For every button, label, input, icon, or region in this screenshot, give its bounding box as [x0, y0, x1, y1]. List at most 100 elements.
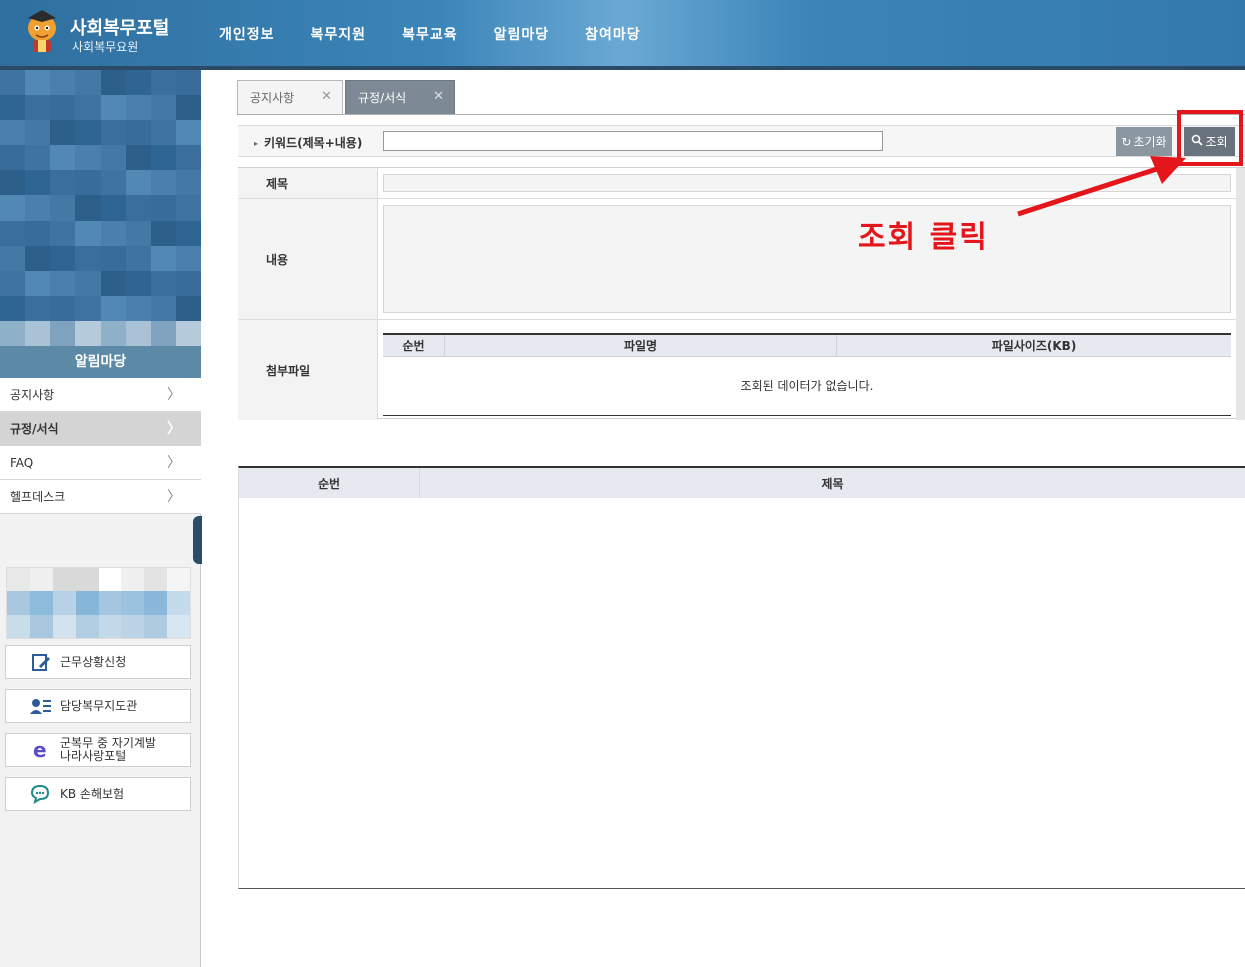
mosaic-tile [125, 295, 151, 321]
chat-bubble-icon [30, 783, 52, 805]
quick-link-supervisor[interactable]: 담당복무지도관 [5, 689, 191, 723]
edit-form-icon [30, 651, 52, 673]
mosaic-tile [75, 568, 99, 592]
tab-rules-forms[interactable]: 규정/서식 ✕ [345, 80, 455, 114]
blurred-profile-image [0, 70, 201, 346]
mosaic-tile [75, 295, 101, 321]
mosaic-tile [75, 120, 101, 146]
refresh-icon: ↻ [1121, 134, 1132, 149]
mosaic-tile [175, 120, 201, 146]
mosaic-tile [7, 568, 30, 592]
mosaic-tile [75, 270, 101, 296]
mascot-logo-icon[interactable] [22, 8, 62, 56]
attachment-table-header: 순번 파일명 파일사이즈(KB) [383, 335, 1231, 357]
portal-title[interactable]: 사회복무포털 [70, 14, 169, 40]
column-header-filename[interactable]: 파일명 [445, 335, 837, 356]
empty-message: 조회된 데이터가 없습니다. [740, 379, 874, 393]
column-header-filesize[interactable]: 파일사이즈(KB) [837, 335, 1231, 356]
quick-link-label: 근무상황신청 [60, 654, 127, 669]
tab-notice[interactable]: 공지사항 ✕ [237, 80, 343, 114]
mosaic-tile [25, 220, 51, 246]
svg-text:e: e [33, 739, 47, 761]
content-label: 내용 [238, 199, 378, 319]
chevron-right-icon: 〉 [167, 387, 181, 403]
sidebar-collapse-handle[interactable] [193, 516, 202, 564]
sidebar-item-label: 헬프데스크 [10, 490, 66, 504]
mosaic-tile [50, 145, 76, 171]
chevron-right-icon: 〉 [167, 489, 181, 505]
attachment-label: 첨부파일 [238, 320, 378, 420]
mosaic-tile [75, 95, 101, 121]
mosaic-tile [29, 614, 53, 638]
sidebar-item-faq[interactable]: FAQ 〉 [0, 446, 201, 480]
close-icon[interactable]: ✕ [321, 89, 332, 104]
mosaic-tile [0, 220, 26, 246]
mosaic-tile [50, 195, 76, 221]
mosaic-tile [52, 614, 76, 638]
mosaic-tile [125, 145, 151, 171]
mosaic-tile [29, 568, 53, 592]
title-label: 제목 [238, 168, 378, 198]
mosaic-tile [0, 320, 26, 346]
sidebar-item-helpdesk[interactable]: 헬프데스크 〉 [0, 480, 201, 514]
mosaic-tile [100, 245, 126, 271]
mosaic-tile [150, 145, 176, 171]
mosaic-tile [98, 591, 122, 615]
mosaic-tile [150, 220, 176, 246]
mosaic-tile [100, 195, 126, 221]
mosaic-tile [75, 614, 99, 638]
mosaic-tile [50, 120, 76, 146]
mosaic-tile [75, 70, 101, 96]
nav-service-education[interactable]: 복무교육 [402, 24, 458, 44]
mosaic-tile [167, 568, 190, 592]
sidebar-item-rules-forms[interactable]: 규정/서식 〉 [0, 412, 201, 446]
quick-link-self-development[interactable]: e 군복무 중 자기계발 나라사랑포털 [5, 733, 191, 767]
column-header-title[interactable]: 제목 [420, 468, 1245, 498]
mosaic-tile [0, 295, 26, 321]
quick-link-line-1: 군복무 중 자기계발 [60, 736, 156, 750]
mosaic-tile [75, 320, 101, 346]
mosaic-tile [121, 614, 145, 638]
sidebar-item-notice[interactable]: 공지사항 〉 [0, 378, 201, 412]
mosaic-tile [98, 614, 122, 638]
mosaic-tile [29, 591, 53, 615]
quick-link-work-status[interactable]: 근무상황신청 [5, 645, 191, 679]
nav-service-support[interactable]: 복무지원 [311, 24, 367, 44]
mosaic-tile [175, 195, 201, 221]
nav-personal-info[interactable]: 개인정보 [219, 24, 275, 44]
mosaic-tile [125, 270, 151, 296]
reset-button-label: 초기화 [1133, 135, 1167, 149]
mosaic-tile [50, 270, 76, 296]
mosaic-tile [50, 245, 76, 271]
mosaic-tile [25, 170, 51, 196]
sidebar-item-label: FAQ [10, 456, 34, 470]
mosaic-tile [100, 170, 126, 196]
keyword-input[interactable] [383, 131, 883, 151]
mosaic-tile [100, 320, 126, 346]
quick-link-kb-insurance[interactable]: KB 손해보험 [5, 777, 191, 811]
sidebar-menu: 공지사항 〉 규정/서식 〉 FAQ 〉 헬프데스크 〉 [0, 378, 201, 514]
mosaic-tile [175, 270, 201, 296]
column-header-no[interactable]: 순번 [239, 468, 420, 498]
sidebar-section-title: 알림마당 [0, 346, 201, 378]
mosaic-tile [121, 568, 145, 592]
mosaic-tile [75, 245, 101, 271]
mosaic-tile [175, 295, 201, 321]
mosaic-tile [25, 295, 51, 321]
detail-scrollbar[interactable] [1236, 168, 1245, 420]
annotation-text: 조회 클릭 [858, 220, 989, 255]
nav-notice-board[interactable]: 알림마당 [494, 24, 550, 44]
close-icon[interactable]: ✕ [433, 89, 444, 104]
nav-participation[interactable]: 참여마당 [585, 24, 641, 44]
quick-link-label: 담당복무지도관 [60, 698, 138, 713]
chevron-right-icon: 〉 [167, 455, 181, 471]
mosaic-tile [0, 270, 26, 296]
mosaic-tile [0, 145, 26, 171]
mosaic-tile [50, 295, 76, 321]
mosaic-tile [150, 195, 176, 221]
mosaic-tile [100, 270, 126, 296]
column-header-no[interactable]: 순번 [383, 335, 445, 356]
mosaic-tile [52, 568, 76, 592]
mosaic-tile [0, 95, 26, 121]
mosaic-tile [125, 220, 151, 246]
